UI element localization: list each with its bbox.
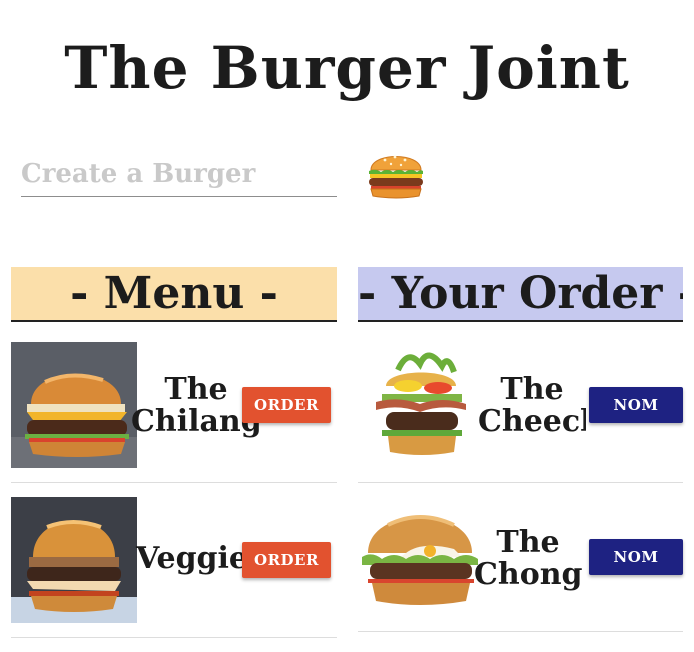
burger-photo xyxy=(358,497,484,623)
page-title: The Burger Joint xyxy=(64,34,630,102)
menu-header: - Menu - xyxy=(11,267,337,322)
nom-button[interactable]: NOM xyxy=(589,539,683,575)
burger-photo xyxy=(358,342,484,468)
create-burger-input[interactable] xyxy=(21,152,337,197)
order-item: The Cheech NOM xyxy=(358,342,683,483)
submit-burger-icon[interactable] xyxy=(365,144,427,202)
order-button[interactable]: ORDER xyxy=(242,542,331,578)
burger-name: Veggie xyxy=(135,543,249,575)
order-button[interactable]: ORDER xyxy=(242,387,331,423)
menu-item: The Chilango ORDER xyxy=(11,342,337,483)
burger-photo xyxy=(11,342,137,468)
nom-button[interactable]: NOM xyxy=(589,387,683,423)
menu-item: Veggie ORDER xyxy=(11,497,337,638)
order-item: The Chong NOM xyxy=(358,497,683,632)
burger-photo xyxy=(11,497,137,623)
order-header: - Your Order - xyxy=(358,267,683,322)
burger-name: The Cheech xyxy=(478,374,586,438)
burger-name: The Chong xyxy=(474,527,582,591)
